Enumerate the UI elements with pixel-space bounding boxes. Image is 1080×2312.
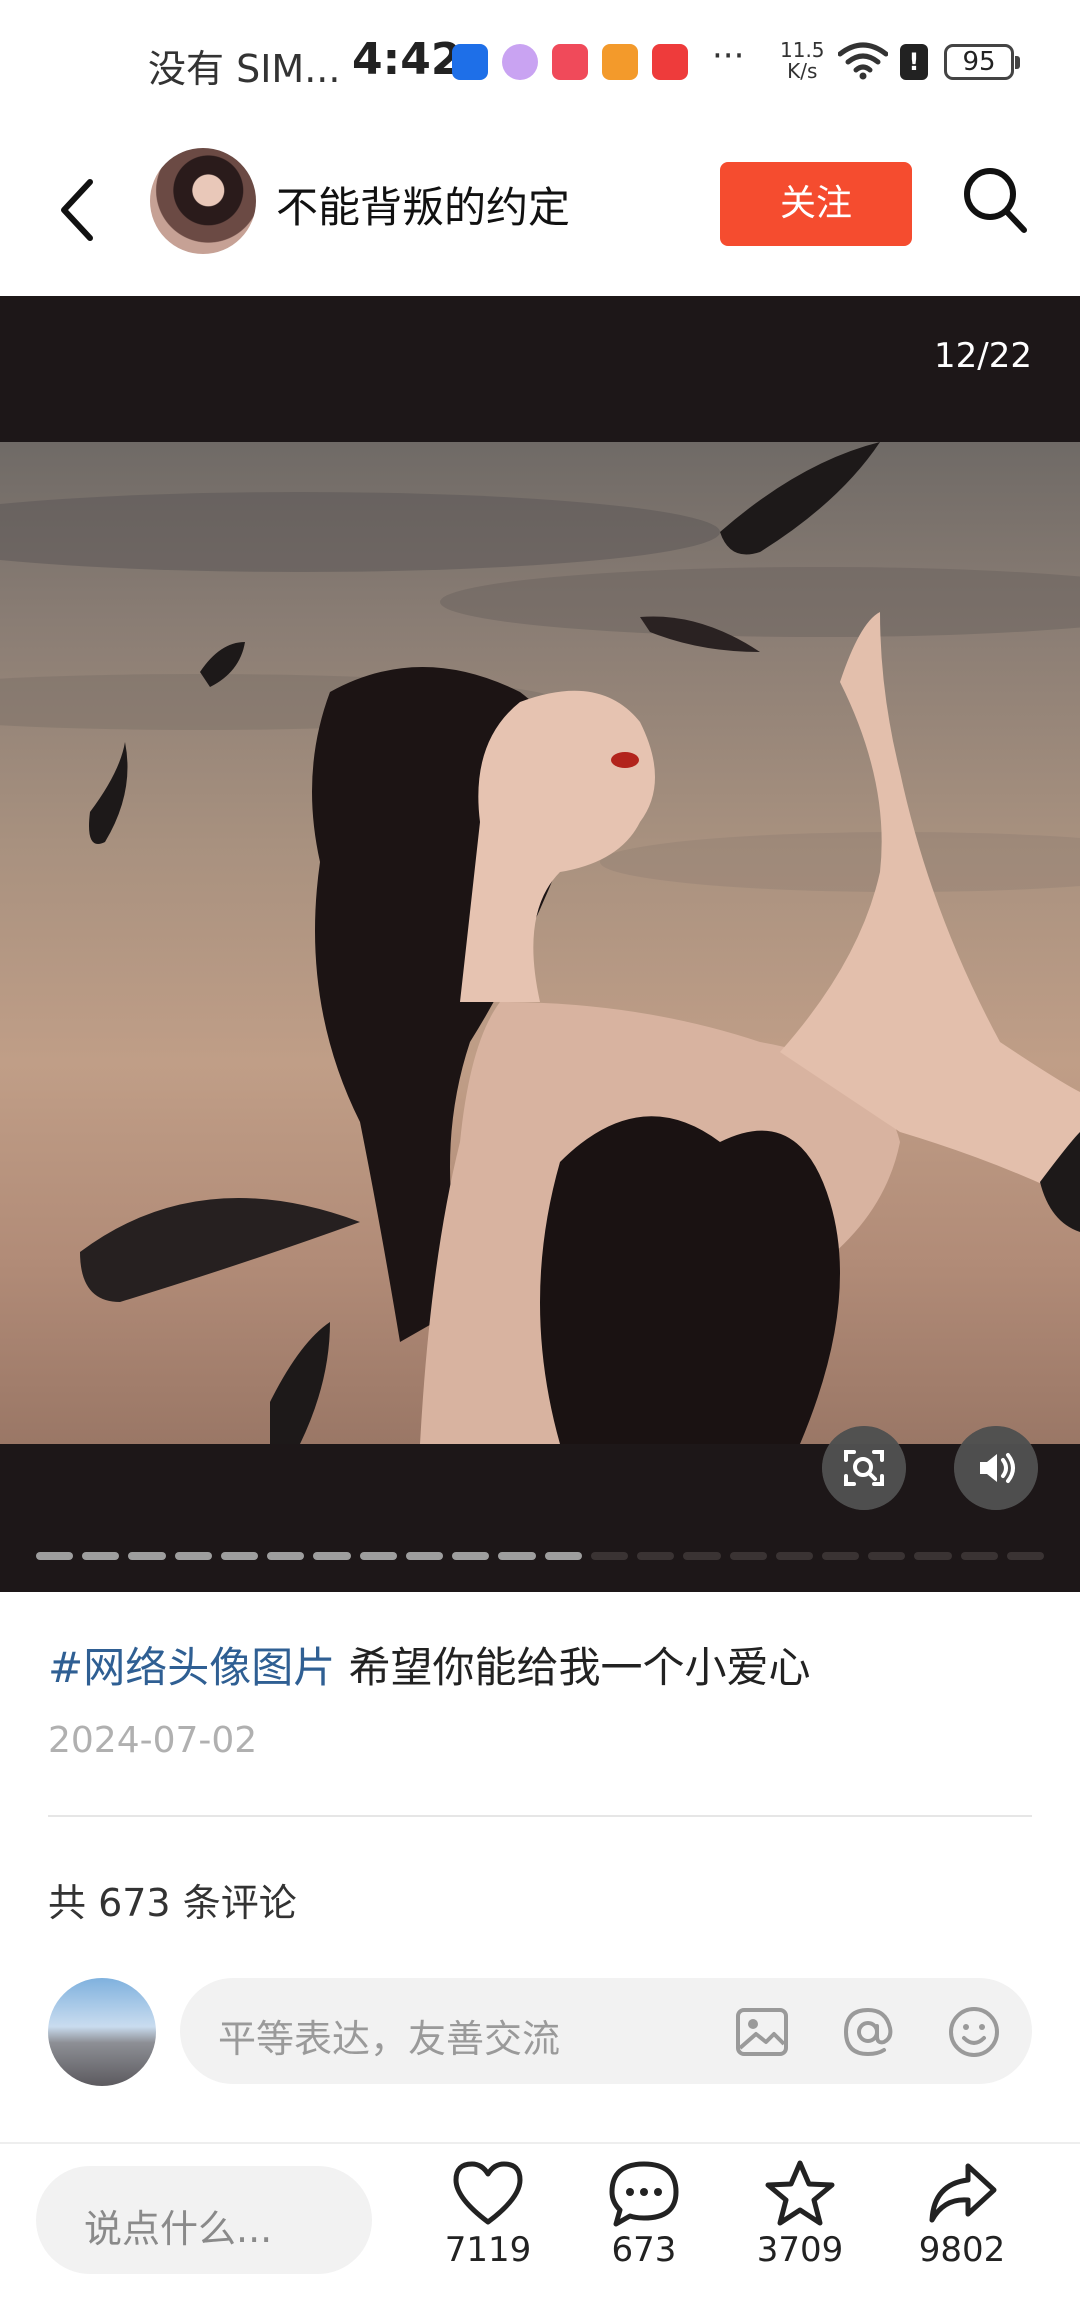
pagination-dot[interactable] [174, 1552, 212, 1560]
bulb-app-icon [452, 44, 488, 80]
volume-icon[interactable] [954, 1426, 1038, 1510]
quick-comment-placeholder: 说点什么... [84, 2207, 273, 2251]
book-app-icon [552, 44, 588, 80]
pagination-dot[interactable] [914, 1552, 952, 1560]
pagination-dot[interactable] [960, 1552, 998, 1560]
alert-icon: ! [900, 44, 928, 80]
more-notifications-icon: ··· [712, 36, 745, 76]
divider [48, 1815, 1032, 1817]
share-count: 9802 [918, 2230, 1006, 2270]
pagination-dot[interactable] [359, 1552, 397, 1560]
carrier-label: 没有 SIM... [148, 47, 341, 91]
image-viewer[interactable]: 12/22 [0, 296, 1080, 1592]
image-icon[interactable] [734, 2004, 790, 2060]
search-icon[interactable] [960, 162, 1030, 238]
favorite-count: 3709 [756, 2230, 844, 2270]
caption-text: 希望你能给我一个小爱心 [335, 1643, 811, 1692]
post-date: 2024-07-02 [48, 1720, 258, 1761]
post-header: 不能背叛的约定 关注 [0, 130, 1080, 296]
share-arrow-icon [929, 2163, 997, 2223]
favorite-button[interactable]: 3709 [730, 2158, 870, 2298]
comment-count: 共 673 条评论 [48, 1881, 297, 1925]
pagination-dot[interactable] [637, 1552, 675, 1560]
pagination-dot[interactable] [1006, 1552, 1045, 1560]
comment-placeholder: 平等表达，友善交流 [218, 2017, 561, 2061]
pagination-dot[interactable] [683, 1552, 721, 1560]
emoji-icon[interactable] [946, 2004, 1002, 2060]
image-counter: 12/22 [934, 336, 1032, 376]
back-arrow-icon[interactable] [48, 170, 108, 250]
star-icon [765, 2160, 835, 2226]
pagination-dot[interactable] [82, 1552, 120, 1560]
pagination-dot[interactable] [775, 1552, 813, 1560]
pagination-dot[interactable] [405, 1552, 444, 1560]
photo-artwork [0, 442, 1080, 1444]
pagination-dot[interactable] [498, 1552, 536, 1560]
pagination-dot[interactable] [868, 1552, 906, 1560]
battery-indicator: 95 [944, 44, 1020, 80]
heart-icon [453, 2161, 523, 2225]
pagination-dot[interactable] [821, 1552, 860, 1560]
pagination-dot[interactable] [729, 1552, 767, 1560]
bottom-action-bar: 说点什么... 7119 673 3709 9802 [0, 2142, 1080, 2312]
author-name[interactable]: 不能背叛的约定 [276, 174, 570, 235]
pagination-dot[interactable] [452, 1552, 490, 1560]
post-caption: #网络头像图片 希望你能给我一个小爱心 [48, 1634, 811, 1695]
comment-count-number: 673 [611, 2230, 677, 2270]
image-search-icon[interactable] [822, 1426, 906, 1510]
pagination-dot[interactable] [220, 1552, 259, 1560]
pagination-dot[interactable] [128, 1552, 166, 1560]
quick-comment-input[interactable]: 说点什么... [36, 2166, 372, 2274]
comment-button[interactable]: 673 [574, 2158, 714, 2298]
pagination-dots [36, 1552, 1045, 1560]
comment-bubble-icon [609, 2161, 679, 2227]
network-speed: 11.5 K/s [780, 40, 825, 82]
notification-icons [452, 44, 688, 80]
pagination-dot[interactable] [267, 1552, 305, 1560]
post-photo[interactable] [0, 442, 1080, 1444]
network-speed-unit: K/s [787, 59, 818, 83]
follow-button[interactable]: 关注 [720, 162, 912, 246]
network-speed-value: 11.5 [780, 38, 825, 62]
author-avatar[interactable] [150, 148, 256, 254]
music-app-icon [502, 44, 538, 80]
pagination-dot[interactable] [544, 1552, 582, 1560]
pagination-dot[interactable] [36, 1552, 74, 1560]
pagination-dot[interactable] [590, 1552, 629, 1560]
share-button[interactable]: 9802 [892, 2158, 1032, 2298]
status-bar: 没有 SIM... 4:42 ··· 11.5 K/s ! 95 [0, 0, 1080, 130]
at-icon[interactable] [840, 2004, 896, 2060]
video-app-icon [602, 44, 638, 80]
comment-input[interactable]: 平等表达，友善交流 [180, 1978, 1032, 2084]
tv-app-icon [652, 44, 688, 80]
hashtag-link[interactable]: #网络头像图片 [48, 1643, 335, 1692]
my-avatar[interactable] [48, 1978, 156, 2086]
wifi-icon [838, 42, 888, 80]
like-count: 7119 [444, 2230, 532, 2270]
pagination-dot[interactable] [313, 1552, 351, 1560]
like-button[interactable]: 7119 [418, 2158, 558, 2298]
clock: 4:42 [352, 34, 462, 85]
